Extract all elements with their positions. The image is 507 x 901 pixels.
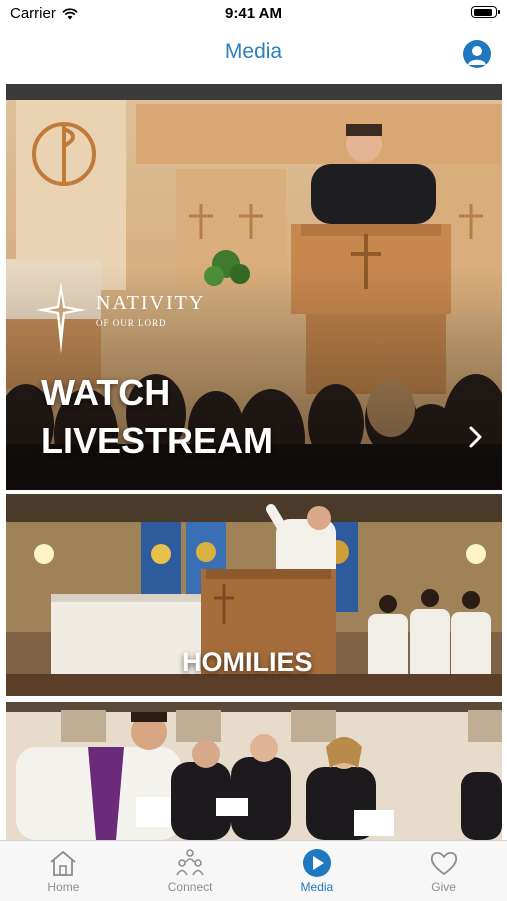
status-bar: Carrier 9:41 AM: [0, 0, 507, 28]
livestream-title-line2: LIVESTREAM: [41, 420, 274, 461]
livestream-title: WATCH LIVESTREAM: [41, 369, 273, 465]
battery-icon: [471, 6, 500, 18]
media-card-3[interactable]: [6, 702, 502, 840]
tab-connect[interactable]: Connect: [127, 841, 254, 901]
tab-connect-label: Connect: [167, 880, 213, 894]
page-title: Media: [224, 40, 283, 63]
profile-button[interactable]: [463, 40, 491, 68]
user-icon: [468, 46, 486, 65]
tab-bar: Home Connect Media Give: [0, 840, 507, 901]
tab-media[interactable]: Media: [254, 841, 381, 901]
prayer-image: [6, 702, 502, 840]
parish-logo: NATIVITY OF OUR LORD: [36, 282, 246, 354]
navigation-bar: Media: [0, 28, 507, 80]
watch-livestream-card[interactable]: NATIVITY OF OUR LORD WATCH LIVESTREAM: [6, 84, 502, 490]
logo-name: NATIVITY: [96, 292, 206, 314]
homilies-card[interactable]: HOMILIES: [6, 494, 502, 696]
tab-home-label: Home: [47, 880, 80, 894]
tab-give[interactable]: Give: [380, 841, 507, 901]
connect-icon: [176, 849, 204, 876]
tab-give-label: Give: [431, 880, 456, 894]
logo-subtitle: OF OUR LORD: [96, 318, 167, 328]
tab-home[interactable]: Home: [0, 841, 127, 901]
home-icon: [50, 851, 76, 876]
star-icon: [36, 282, 86, 354]
livestream-title-line1: WATCH: [41, 372, 171, 413]
media-icon: [302, 849, 331, 877]
tab-media-label: Media: [300, 880, 334, 894]
chevron-right-icon: [469, 426, 482, 448]
homilies-title: HOMILIES: [182, 647, 313, 677]
status-time: 9:41 AM: [225, 5, 282, 22]
give-icon: [430, 851, 457, 875]
